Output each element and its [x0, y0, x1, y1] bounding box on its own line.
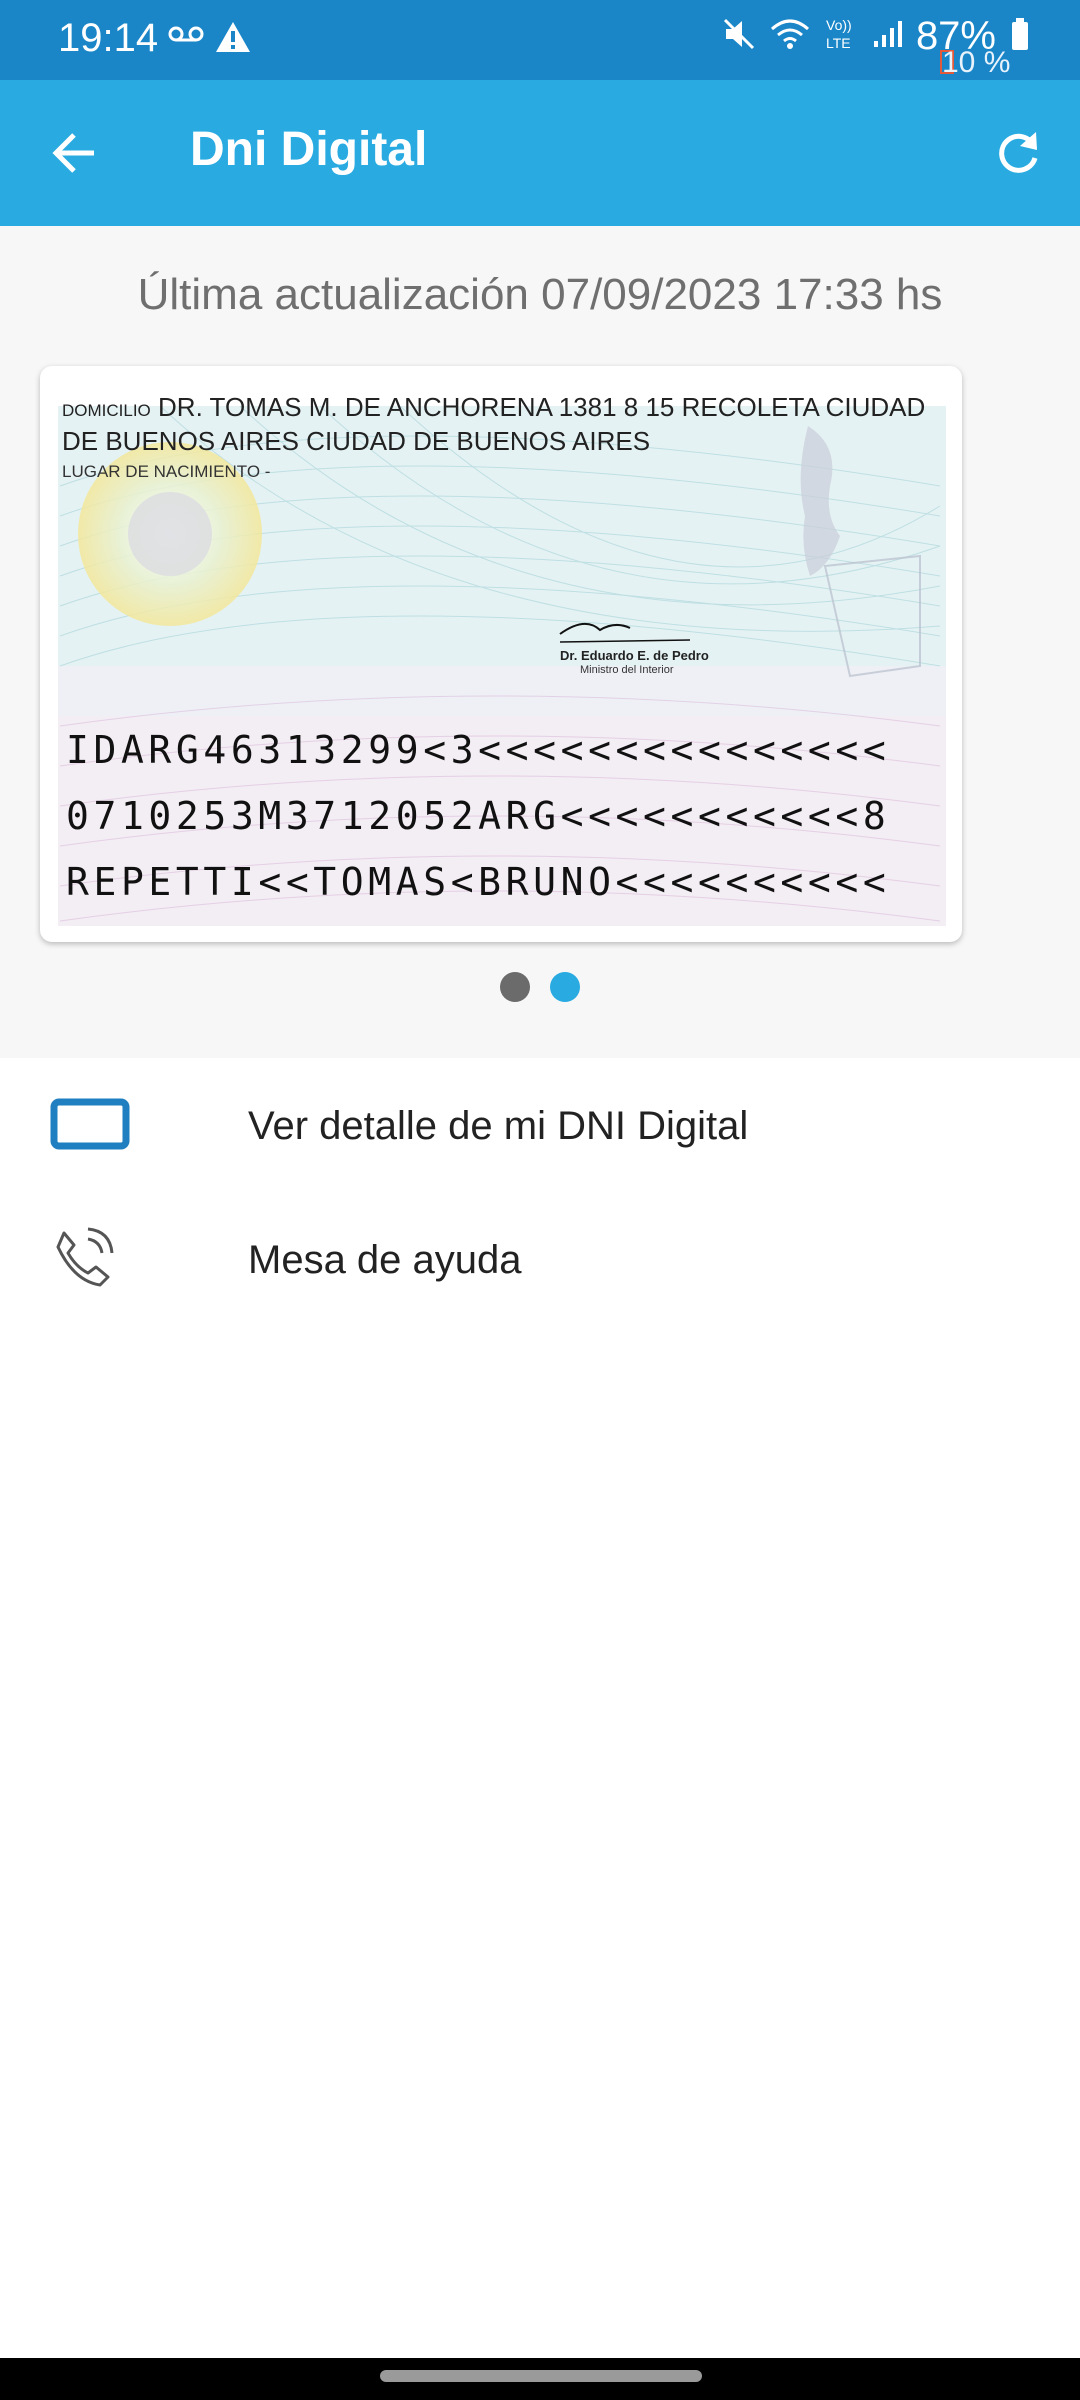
app-bar: Dni Digital [0, 80, 1080, 226]
mrz-line-3: REPETTI<<TOMAS<BRUNO<<<<<<<<<< [66, 860, 891, 904]
dni-card-back[interactable]: DOMICILIO DR. TOMAS M. DE ANCHORENA 1381… [40, 366, 962, 942]
signature-role: Ministro del Interior [580, 664, 674, 676]
signature-name: Dr. Eduardo E. de Pedro [560, 648, 709, 663]
card-birthplace: LUGAR DE NACIMIENTO - [62, 462, 271, 481]
page-title: Dni Digital [190, 123, 428, 176]
arrow-left-icon[interactable] [48, 126, 102, 180]
menu-label-ver-detalle: Ver detalle de mi DNI Digital [248, 1103, 749, 1148]
menu-item-ver-detalle[interactable]: Ver detalle de mi DNI Digital [0, 1066, 1080, 1186]
status-bar: 19:14 Vo)) LTE 87% 10 % [0, 0, 1080, 80]
status-time: 19:14 [58, 16, 159, 60]
voicemail-icon [168, 24, 204, 49]
home-gesture-handle[interactable] [380, 2370, 702, 2382]
warning-icon [214, 20, 252, 59]
menu-label-mesa-ayuda: Mesa de ayuda [248, 1237, 522, 1282]
pager-dots [0, 972, 1080, 1002]
volte-icon: Vo)) LTE [824, 15, 858, 58]
wifi-icon [770, 17, 810, 56]
pager-dot-2-active[interactable] [550, 972, 580, 1002]
id-card-icon [50, 1098, 130, 1155]
address-label: DOMICILIO [62, 401, 151, 420]
navigation-bar [0, 2358, 1080, 2400]
battery-icon [1010, 17, 1030, 56]
signal-icon [872, 19, 902, 54]
overlay-percent: 10 % [942, 46, 1011, 79]
svg-text:Vo)): Vo)) [826, 17, 852, 33]
card-address: DOMICILIO DR. TOMAS M. DE ANCHORENA 1381… [62, 392, 962, 456]
refresh-icon[interactable] [990, 124, 1046, 180]
address-value: DR. TOMAS M. DE ANCHORENA 1381 8 15 RECO… [62, 392, 926, 456]
mrz-line-1: IDARG46313299<3<<<<<<<<<<<<<<< [66, 728, 891, 772]
mrz-line-2: 0710253M3712052ARG<<<<<<<<<<<8 [66, 794, 891, 838]
phone-ringing-icon [50, 1225, 116, 1296]
svg-text:LTE: LTE [826, 35, 851, 51]
mute-icon [722, 17, 756, 56]
pager-dot-1[interactable] [500, 972, 530, 1002]
last-update-text: Última actualización 07/09/2023 17:33 hs [137, 270, 943, 319]
menu-item-mesa-ayuda[interactable]: Mesa de ayuda [0, 1200, 1080, 1320]
